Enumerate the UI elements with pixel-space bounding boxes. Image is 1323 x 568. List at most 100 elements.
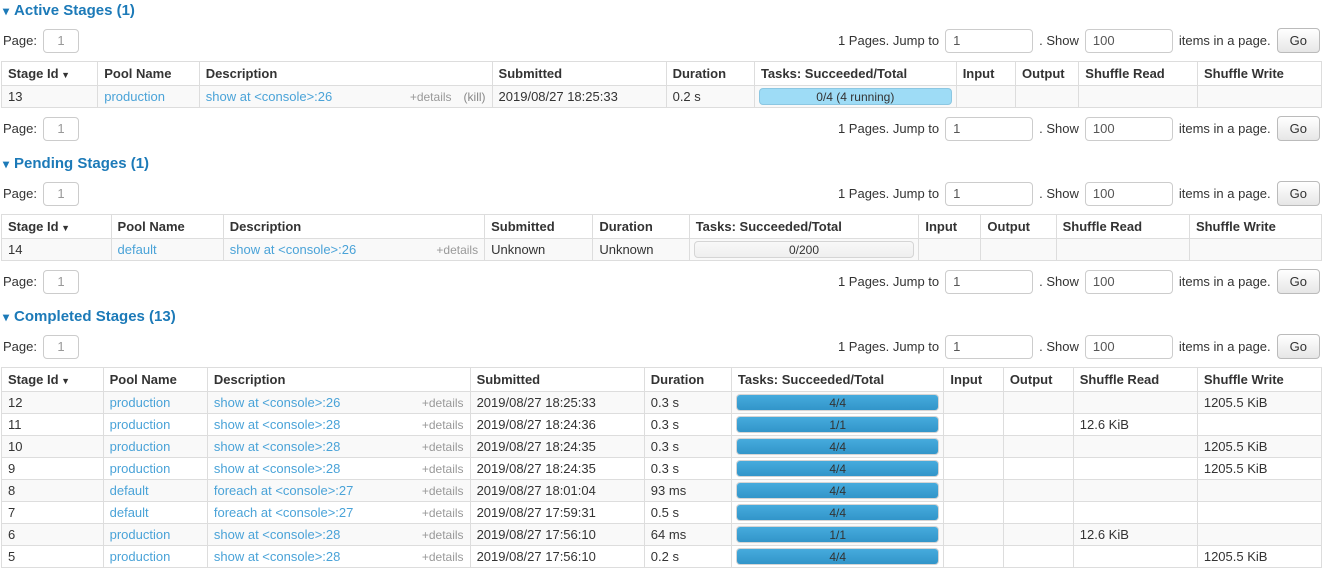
jump-to-input[interactable] <box>945 29 1033 53</box>
go-button[interactable]: Go <box>1277 181 1320 206</box>
show-items-input[interactable] <box>1085 335 1173 359</box>
details-toggle[interactable]: +details <box>422 506 464 520</box>
column-header-stage-id[interactable]: Stage Id ▼ <box>2 368 104 392</box>
pool-name-link[interactable]: production <box>110 461 171 476</box>
jump-to-input[interactable] <box>945 270 1033 294</box>
column-header-input[interactable]: Input <box>919 215 981 239</box>
description-link[interactable]: show at <console>:26 <box>230 242 429 257</box>
details-toggle[interactable]: +details <box>422 528 464 542</box>
column-header-shuffle-read[interactable]: Shuffle Read <box>1079 62 1198 86</box>
pool-name-link[interactable]: production <box>110 527 171 542</box>
progress-label: 0/200 <box>789 243 819 257</box>
go-button[interactable]: Go <box>1277 334 1320 359</box>
description-link[interactable]: show at <console>:28 <box>214 549 414 564</box>
details-toggle[interactable]: +details <box>422 418 464 432</box>
output-cell <box>1016 86 1079 108</box>
column-header-input[interactable]: Input <box>956 62 1015 86</box>
pool-name-link[interactable]: production <box>104 89 165 104</box>
pool-name-link[interactable]: production <box>110 549 171 564</box>
details-toggle[interactable]: +details <box>436 243 478 257</box>
description-link[interactable]: show at <console>:26 <box>214 395 414 410</box>
jump-to-input[interactable] <box>945 335 1033 359</box>
description-wrap: show at <console>:26 +details <box>230 242 478 257</box>
column-header-output[interactable]: Output <box>981 215 1056 239</box>
pool-name-link[interactable]: production <box>110 439 171 454</box>
page-input[interactable] <box>43 117 79 141</box>
kill-link[interactable]: (kill) <box>464 90 486 104</box>
page-input[interactable] <box>43 182 79 206</box>
pending-stages-header[interactable]: ▾Pending Stages (1) <box>3 155 1320 173</box>
details-toggle[interactable]: +details <box>422 440 464 454</box>
show-items-input[interactable] <box>1085 117 1173 141</box>
column-header-submitted[interactable]: Submitted <box>492 62 666 86</box>
pool-name-link[interactable]: default <box>118 242 157 257</box>
show-label: . Show <box>1039 186 1079 201</box>
column-header-input[interactable]: Input <box>944 368 1003 392</box>
details-toggle[interactable]: +details <box>410 90 452 104</box>
column-header-submitted[interactable]: Submitted <box>470 368 644 392</box>
description-wrap: show at <console>:26 +details <box>214 395 464 410</box>
column-header-shuffle-read[interactable]: Shuffle Read <box>1073 368 1197 392</box>
column-header-output[interactable]: Output <box>1003 368 1073 392</box>
go-button[interactable]: Go <box>1277 269 1320 294</box>
column-header-duration[interactable]: Duration <box>666 62 754 86</box>
stage-row: 9productionshow at <console>:28+details2… <box>2 458 1322 480</box>
column-header-duration[interactable]: Duration <box>644 368 731 392</box>
details-toggle[interactable]: +details <box>422 550 464 564</box>
column-header-output[interactable]: Output <box>1016 62 1079 86</box>
show-items-input[interactable] <box>1085 29 1173 53</box>
column-header-shuffle-read[interactable]: Shuffle Read <box>1056 215 1189 239</box>
details-toggle[interactable]: +details <box>422 484 464 498</box>
input-cell <box>956 86 1015 108</box>
page-input[interactable] <box>43 270 79 294</box>
tasks-cell: 0/4 (4 running) <box>754 86 956 108</box>
column-header-tasks-succeeded-total[interactable]: Tasks: Succeeded/Total <box>731 368 944 392</box>
column-header-pool-name[interactable]: Pool Name <box>98 62 200 86</box>
column-header-stage-id[interactable]: Stage Id ▼ <box>2 215 112 239</box>
jump-to-input[interactable] <box>945 117 1033 141</box>
pool-name-link[interactable]: default <box>110 505 149 520</box>
column-header-shuffle-write[interactable]: Shuffle Write <box>1197 62 1321 86</box>
page-input[interactable] <box>43 29 79 53</box>
pool-name-link[interactable]: default <box>110 483 149 498</box>
column-header-submitted[interactable]: Submitted <box>485 215 593 239</box>
go-button[interactable]: Go <box>1277 28 1320 53</box>
description-link[interactable]: show at <console>:28 <box>214 439 414 454</box>
show-items-input[interactable] <box>1085 182 1173 206</box>
description-link[interactable]: show at <console>:28 <box>214 417 414 432</box>
column-header-shuffle-write[interactable]: Shuffle Write <box>1189 215 1321 239</box>
column-header-label: Stage Id <box>8 219 59 234</box>
details-toggle[interactable]: +details <box>422 462 464 476</box>
tasks-cell: 4/4 <box>731 502 944 524</box>
tasks-progress-bar: 4/4 <box>736 394 940 411</box>
description-link[interactable]: show at <console>:28 <box>214 527 414 542</box>
column-header-tasks-succeeded-total[interactable]: Tasks: Succeeded/Total <box>754 62 956 86</box>
column-header-description[interactable]: Description <box>207 368 470 392</box>
description-link[interactable]: foreach at <console>:27 <box>214 505 414 520</box>
page-input[interactable] <box>43 335 79 359</box>
column-header-pool-name[interactable]: Pool Name <box>103 368 207 392</box>
completed-stages-header[interactable]: ▾Completed Stages (13) <box>3 308 1320 326</box>
description-link[interactable]: foreach at <console>:27 <box>214 483 414 498</box>
column-header-label: Input <box>963 66 995 81</box>
column-header-shuffle-write[interactable]: Shuffle Write <box>1197 368 1321 392</box>
column-header-duration[interactable]: Duration <box>593 215 689 239</box>
column-header-tasks-succeeded-total[interactable]: Tasks: Succeeded/Total <box>689 215 919 239</box>
column-header-stage-id[interactable]: Stage Id ▼ <box>2 62 98 86</box>
column-header-description[interactable]: Description <box>199 62 492 86</box>
description-link[interactable]: show at <console>:26 <box>206 89 402 104</box>
description-link[interactable]: show at <console>:28 <box>214 461 414 476</box>
pagination-row: Page: 1 Pages. Jump to . Show items in a… <box>3 181 1320 206</box>
column-header-label: Output <box>987 219 1030 234</box>
input-cell <box>944 414 1003 436</box>
pool-name-link[interactable]: production <box>110 417 171 432</box>
active-stages-header[interactable]: ▾Active Stages (1) <box>3 2 1320 20</box>
pool-name-link[interactable]: production <box>110 395 171 410</box>
column-header-description[interactable]: Description <box>223 215 484 239</box>
show-items-input[interactable] <box>1085 270 1173 294</box>
tasks-progress-bar: 4/4 <box>736 482 940 499</box>
details-toggle[interactable]: +details <box>422 396 464 410</box>
go-button[interactable]: Go <box>1277 116 1320 141</box>
column-header-pool-name[interactable]: Pool Name <box>111 215 223 239</box>
jump-to-input[interactable] <box>945 182 1033 206</box>
